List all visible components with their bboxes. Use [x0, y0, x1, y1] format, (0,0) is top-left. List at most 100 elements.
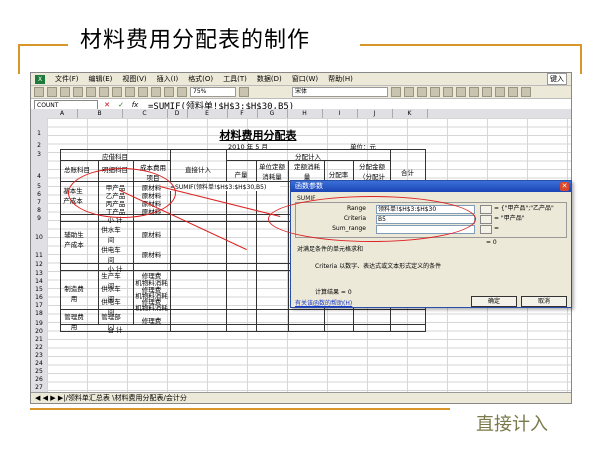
menu-data[interactable]: 数据(D): [257, 74, 282, 84]
row-header[interactable]: 8: [31, 207, 47, 214]
save-icon[interactable]: [60, 87, 70, 97]
undo-icon[interactable]: [138, 87, 148, 97]
row-header[interactable]: 9: [31, 215, 47, 222]
row-header[interactable]: 16: [31, 294, 47, 301]
header-total: 合计: [401, 169, 414, 177]
sum-icon[interactable]: [151, 87, 161, 97]
function-help-link[interactable]: 有关该函数的帮助(H): [295, 298, 352, 307]
sum-range-collapse-icon[interactable]: [480, 225, 492, 234]
cut-icon[interactable]: [99, 87, 109, 97]
row-header[interactable]: 11: [31, 252, 47, 259]
row-header[interactable]: 27: [31, 384, 47, 391]
help-icon[interactable]: [239, 87, 249, 97]
row-header[interactable]: 24: [31, 360, 47, 367]
header-alloc: 分配计入: [295, 153, 321, 161]
menu-format[interactable]: 格式(O): [188, 74, 213, 84]
copy-icon[interactable]: [112, 87, 122, 97]
header-unit-quota: 单位定额消耗量: [259, 163, 285, 181]
label-aux-prod: 辅助生产成本: [64, 231, 84, 249]
criteria-collapse-icon[interactable]: [480, 215, 492, 224]
row-header[interactable]: 21: [31, 336, 47, 343]
cell-raw-mat: 原材料: [141, 231, 162, 239]
menu-tools[interactable]: 工具(T): [223, 74, 247, 84]
column-header[interactable]: G: [257, 109, 288, 118]
column-header[interactable]: J: [357, 109, 393, 118]
row-header[interactable]: 14: [31, 278, 47, 285]
percent-icon[interactable]: [482, 87, 492, 97]
decor-line-top-right: [360, 44, 582, 46]
highlight-ellipse-table: [68, 168, 176, 218]
print-icon[interactable]: [73, 87, 83, 97]
slide-title: 材料费用分配表的制作: [80, 28, 311, 53]
column-header[interactable]: K: [392, 109, 428, 118]
column-header[interactable]: I: [322, 109, 358, 118]
open-icon[interactable]: [47, 87, 57, 97]
column-header[interactable]: B: [77, 109, 123, 118]
column-header[interactable]: C: [122, 109, 168, 118]
sheet-tabs[interactable]: ◀ ◀ ▶ ▶|/领料单汇总表 \材料费用分配表/会计分: [31, 392, 571, 403]
close-icon[interactable]: ✕: [560, 182, 569, 191]
row-header[interactable]: 22: [31, 344, 47, 351]
header-quota: 定额消耗量: [294, 163, 320, 181]
bold-icon[interactable]: [391, 87, 401, 97]
fill-color-icon[interactable]: [508, 87, 518, 97]
align-center-icon[interactable]: [430, 87, 440, 97]
align-right-icon[interactable]: [443, 87, 453, 97]
row-header[interactable]: 23: [31, 352, 47, 359]
menu-window[interactable]: 窗口(W): [292, 74, 318, 84]
row-header[interactable]: 17: [31, 302, 47, 309]
column-header[interactable]: E: [187, 109, 228, 118]
menu-edit[interactable]: 编辑(E): [89, 74, 113, 84]
dialog-title-bar[interactable]: 函数参数 ✕: [291, 181, 571, 192]
criteria-preview: = "甲产品": [494, 215, 525, 222]
chart-icon[interactable]: [177, 87, 187, 97]
zoom-select[interactable]: 75%: [190, 87, 236, 97]
row-header[interactable]: 6: [31, 191, 47, 198]
font-select[interactable]: 宋体: [292, 87, 388, 97]
merge-icon[interactable]: [456, 87, 466, 97]
menu-file[interactable]: 文件(F): [55, 74, 79, 84]
footer-note: 直接计入: [476, 414, 548, 435]
new-icon[interactable]: [34, 87, 44, 97]
row-header[interactable]: 2: [31, 142, 47, 149]
menu-view[interactable]: 视图(V): [122, 74, 146, 84]
help-search-box[interactable]: 键入: [547, 73, 567, 85]
row-header[interactable]: 12: [31, 261, 47, 268]
column-header[interactable]: H: [287, 109, 323, 118]
row-header[interactable]: 5: [31, 183, 47, 190]
row-header[interactable]: 3: [31, 151, 47, 158]
row-header[interactable]: 13: [31, 270, 47, 277]
italic-icon[interactable]: [404, 87, 414, 97]
border-icon[interactable]: [495, 87, 505, 97]
font-color-icon[interactable]: [521, 87, 531, 97]
highlight-ellipse-dialog: [268, 196, 476, 242]
row-header[interactable]: 19: [31, 320, 47, 327]
sort-icon[interactable]: [164, 87, 174, 97]
decor-line-top-left: [18, 44, 68, 46]
align-left-icon[interactable]: [417, 87, 427, 97]
cell-e5-formula[interactable]: =SUMIF(领料单!$H$3:$H$30,B5): [170, 182, 280, 191]
paste-icon[interactable]: [125, 87, 135, 97]
range-collapse-icon[interactable]: [480, 205, 492, 214]
row-header[interactable]: 26: [31, 376, 47, 383]
row-header[interactable]: 20: [31, 328, 47, 335]
preview-icon[interactable]: [86, 87, 96, 97]
row-header[interactable]: 18: [31, 310, 47, 317]
calc-result: 计算结果 = 0: [315, 289, 352, 296]
ok-button[interactable]: 确定: [471, 296, 517, 307]
row-header[interactable]: 1: [31, 130, 47, 137]
cell-total: 合 计: [107, 326, 123, 334]
row-header[interactable]: 15: [31, 286, 47, 293]
row-header[interactable]: 7: [31, 199, 47, 206]
decor-line-bottom: [30, 408, 450, 410]
menu-help[interactable]: 帮助(H): [328, 74, 353, 84]
row-header[interactable]: 25: [31, 368, 47, 375]
column-header[interactable]: F: [227, 109, 258, 118]
menu-insert[interactable]: 插入(I): [157, 74, 179, 84]
cancel-button[interactable]: 取消: [521, 296, 567, 307]
row-header[interactable]: 10: [31, 234, 47, 241]
currency-icon[interactable]: [469, 87, 479, 97]
row-header[interactable]: 4: [31, 173, 47, 180]
column-header[interactable]: D: [167, 109, 188, 118]
column-header[interactable]: A: [47, 109, 78, 118]
